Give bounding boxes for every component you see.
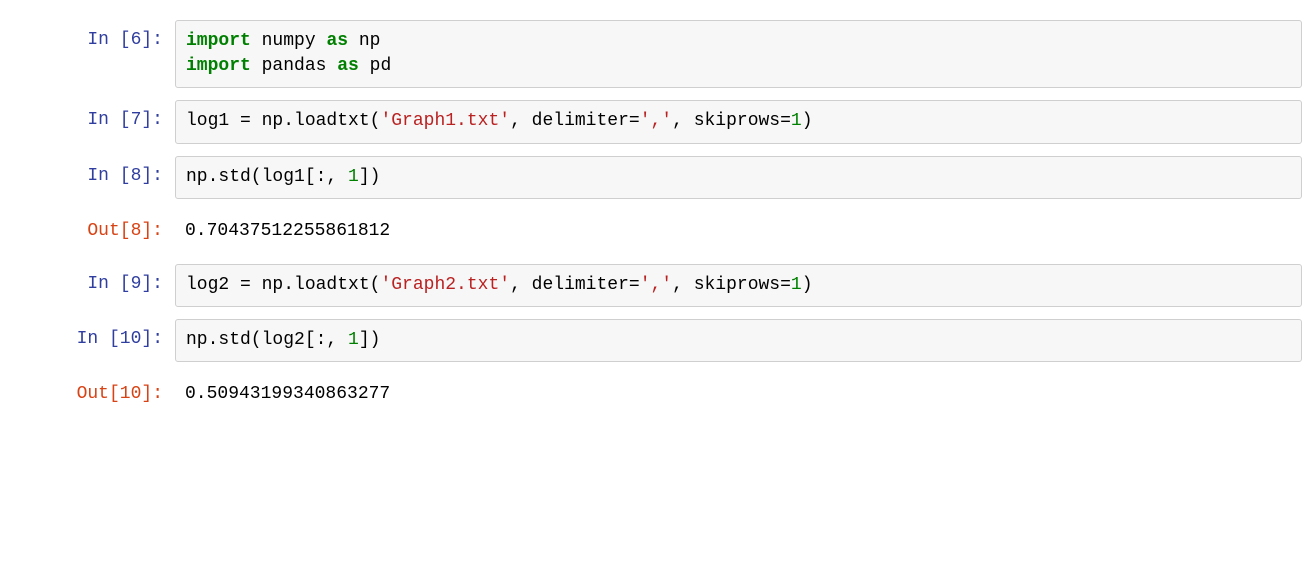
number-literal: 1 bbox=[791, 111, 802, 131]
input-prompt: In [10]: bbox=[10, 319, 175, 360]
code-text: , delimiter= bbox=[510, 111, 640, 131]
code-input-area[interactable]: np.std(log2[:, 1]) bbox=[175, 319, 1302, 362]
code-text: np.std(log2[:, bbox=[186, 330, 348, 350]
code-cell: In [6]: import numpy as np import pandas… bbox=[10, 20, 1302, 88]
keyword-as: as bbox=[326, 31, 348, 51]
code-text: pd bbox=[359, 56, 391, 76]
code-text: , skiprows= bbox=[672, 275, 791, 295]
string-literal: ',' bbox=[640, 111, 672, 131]
string-literal: 'Graph1.txt' bbox=[380, 111, 510, 131]
code-cell: In [8]: np.std(log1[:, 1]) bbox=[10, 156, 1302, 199]
string-literal: ',' bbox=[640, 275, 672, 295]
code-input-area[interactable]: import numpy as np import pandas as pd bbox=[175, 20, 1302, 88]
number-literal: 1 bbox=[348, 167, 359, 187]
code-text: , delimiter= bbox=[510, 275, 640, 295]
output-cell: Out[10]: 0.50943199340863277 bbox=[10, 374, 1302, 415]
code-text: , skiprows= bbox=[672, 111, 791, 131]
input-prompt: In [7]: bbox=[10, 100, 175, 141]
code-text: ]) bbox=[359, 330, 381, 350]
output-text: 0.70437512255861812 bbox=[175, 211, 1302, 252]
input-prompt: In [6]: bbox=[10, 20, 175, 61]
code-input-area[interactable]: log1 = np.loadtxt('Graph1.txt', delimite… bbox=[175, 100, 1302, 143]
code-input-area[interactable]: log2 = np.loadtxt('Graph2.txt', delimite… bbox=[175, 264, 1302, 307]
code-input-area[interactable]: np.std(log1[:, 1]) bbox=[175, 156, 1302, 199]
input-prompt: In [9]: bbox=[10, 264, 175, 305]
output-prompt: Out[10]: bbox=[10, 374, 175, 415]
input-prompt: In [8]: bbox=[10, 156, 175, 197]
number-literal: 1 bbox=[348, 330, 359, 350]
keyword-as: as bbox=[337, 56, 359, 76]
code-cell: In [9]: log2 = np.loadtxt('Graph2.txt', … bbox=[10, 264, 1302, 307]
output-prompt: Out[8]: bbox=[10, 211, 175, 252]
code-text: log1 = np.loadtxt( bbox=[186, 111, 380, 131]
code-text: ) bbox=[802, 275, 813, 295]
code-text: np.std(log1[:, bbox=[186, 167, 348, 187]
code-text: np bbox=[348, 31, 380, 51]
code-text: pandas bbox=[251, 56, 337, 76]
code-text: ) bbox=[802, 111, 813, 131]
output-text: 0.50943199340863277 bbox=[175, 374, 1302, 415]
keyword-import: import bbox=[186, 56, 251, 76]
code-cell: In [10]: np.std(log2[:, 1]) bbox=[10, 319, 1302, 362]
number-literal: 1 bbox=[791, 275, 802, 295]
string-literal: 'Graph2.txt' bbox=[380, 275, 510, 295]
code-cell: In [7]: log1 = np.loadtxt('Graph1.txt', … bbox=[10, 100, 1302, 143]
output-cell: Out[8]: 0.70437512255861812 bbox=[10, 211, 1302, 252]
code-text: ]) bbox=[359, 167, 381, 187]
code-text: log2 = np.loadtxt( bbox=[186, 275, 380, 295]
code-text: numpy bbox=[251, 31, 327, 51]
keyword-import: import bbox=[186, 31, 251, 51]
